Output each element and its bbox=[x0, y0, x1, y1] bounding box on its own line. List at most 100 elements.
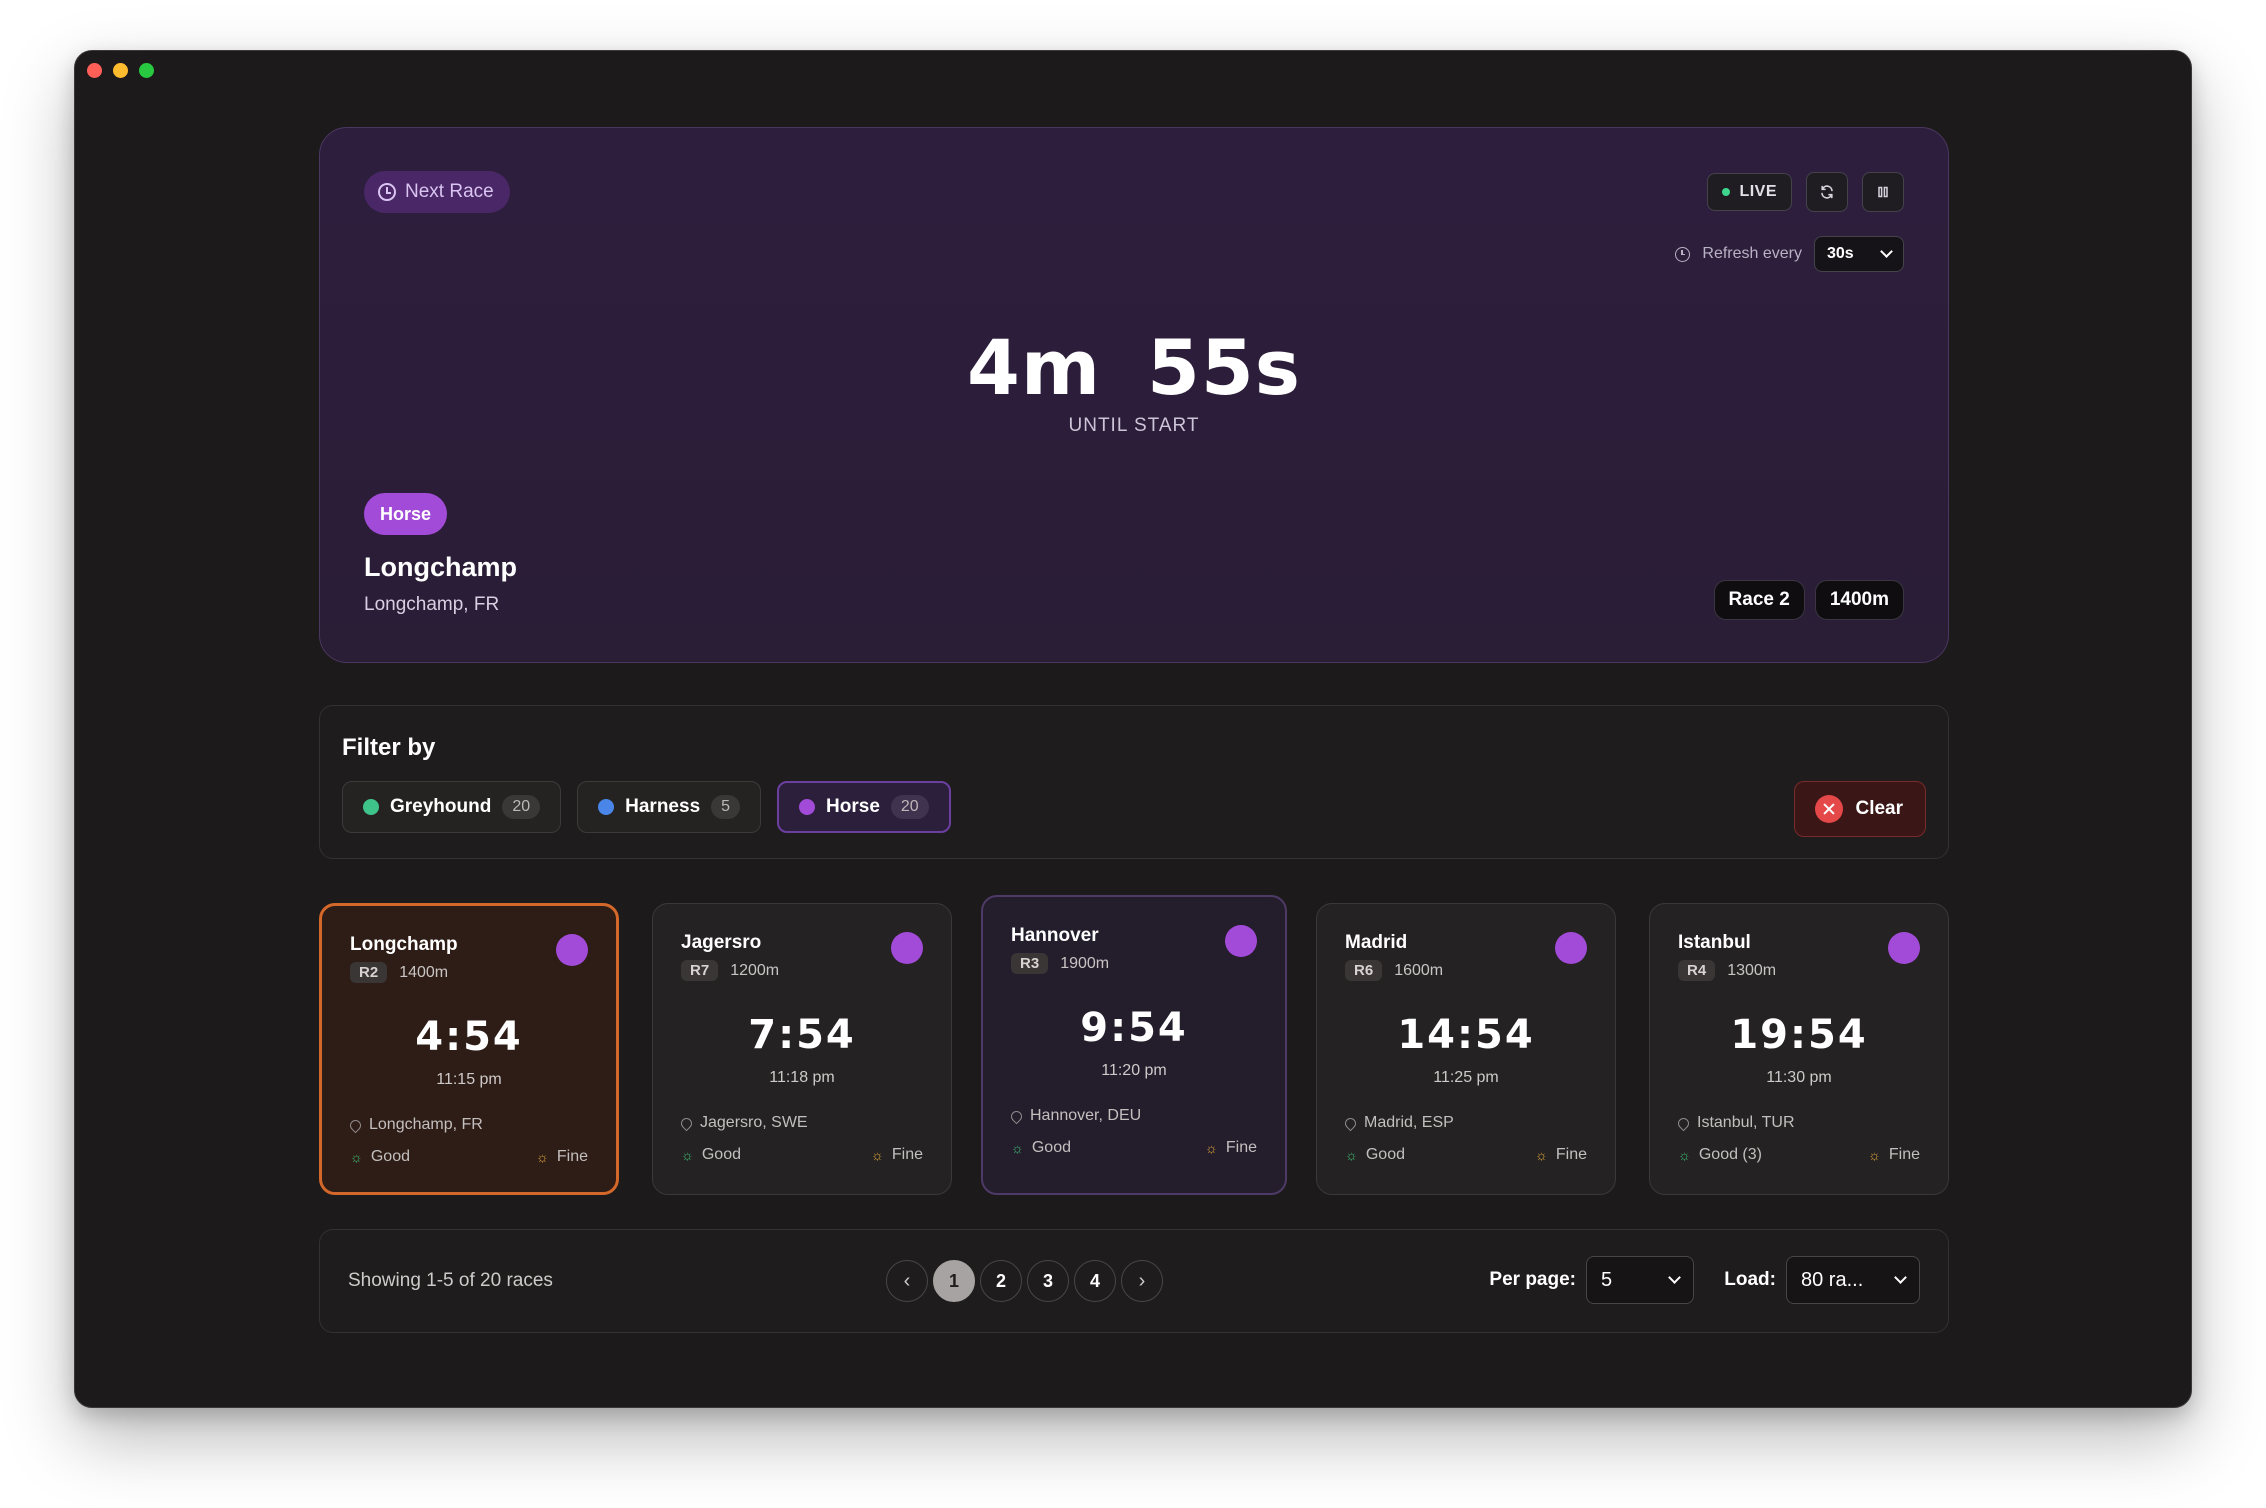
race-number-tag: R3 bbox=[1011, 953, 1049, 974]
close-circle-icon bbox=[1815, 795, 1844, 823]
until-start-label: UNTIL START bbox=[1068, 415, 1200, 436]
race-location: Madrid, ESP bbox=[1342, 1114, 1454, 1132]
chevron-down-icon bbox=[1880, 245, 1893, 258]
track-icon: ☼ bbox=[681, 1147, 694, 1163]
page-button-3[interactable]: 3 bbox=[1027, 1260, 1069, 1302]
track-condition-text: Good bbox=[370, 1148, 410, 1165]
live-label: LIVE bbox=[1739, 183, 1777, 200]
race-card[interactable]: Jagersro R7 1200m 7:54 11:18 pm Jagersro… bbox=[652, 903, 952, 1195]
next-race-pill: Next Race bbox=[364, 171, 510, 213]
prev-page-button[interactable]: ‹ bbox=[886, 1260, 928, 1302]
load-label: Load: bbox=[1724, 1269, 1776, 1290]
timer-icon bbox=[1675, 246, 1691, 262]
load-control: Load: 80 ra... bbox=[1724, 1256, 1920, 1304]
race-countdown: 7:54 bbox=[748, 1012, 856, 1058]
filter-title: Filter by bbox=[342, 734, 436, 761]
race-card-meta: R6 1600m bbox=[1345, 960, 1443, 981]
race-card-meta: R3 1900m bbox=[1011, 953, 1109, 974]
track-icon: ☼ bbox=[1345, 1147, 1358, 1163]
page-button-2[interactable]: 2 bbox=[980, 1260, 1022, 1302]
clear-filters-button[interactable]: Clear bbox=[1794, 781, 1926, 837]
race-location-text: Madrid, ESP bbox=[1364, 1114, 1454, 1131]
load-select[interactable]: 80 ra... bbox=[1786, 1256, 1920, 1304]
race-distance: 1400m bbox=[399, 963, 449, 981]
page-button-1[interactable]: 1 bbox=[933, 1260, 975, 1302]
close-window-button[interactable] bbox=[87, 63, 102, 78]
race-conditions: ☼ Good (3) ☼ Fine bbox=[1678, 1146, 1920, 1164]
chip-count: 20 bbox=[502, 795, 541, 819]
race-card[interactable]: Istanbul R4 1300m 19:54 11:30 pm Istanbu… bbox=[1649, 903, 1949, 1195]
race-conditions: ☼ Good ☼ Fine bbox=[350, 1148, 588, 1166]
track-icon: ☼ bbox=[1678, 1147, 1691, 1163]
race-type-dot bbox=[1888, 932, 1920, 964]
filter-chip-greyhound[interactable]: Greyhound 20 bbox=[342, 781, 562, 833]
track-condition: ☼ Good bbox=[1345, 1146, 1405, 1164]
refresh-button[interactable] bbox=[1806, 172, 1848, 212]
weather-text: Fine bbox=[556, 1148, 588, 1165]
filter-chip-harness[interactable]: Harness 5 bbox=[577, 781, 762, 833]
next-race-panel: Next Race LIVE Refresh every 30s 4m 55s bbox=[319, 127, 1949, 663]
sun-icon: ☼ bbox=[536, 1149, 549, 1165]
next-page-button[interactable]: › bbox=[1121, 1260, 1163, 1302]
race-card-meta: R2 1400m bbox=[350, 962, 448, 983]
race-start-time: 11:30 pm bbox=[1766, 1069, 1832, 1086]
race-location: Longchamp, FR bbox=[347, 1116, 483, 1134]
chevron-left-icon: ‹ bbox=[903, 1269, 911, 1292]
race-card[interactable]: Hannover R3 1900m 9:54 11:20 pm Hannover… bbox=[981, 895, 1287, 1195]
race-start-time: 11:25 pm bbox=[1433, 1069, 1499, 1086]
race-badges: Race 2 1400m bbox=[1713, 580, 1904, 620]
race-card[interactable]: Madrid R6 1600m 14:54 11:25 pm Madrid, E… bbox=[1316, 903, 1616, 1195]
race-number-tag: R6 bbox=[1345, 960, 1383, 981]
race-card[interactable]: Longchamp R2 1400m 4:54 11:15 pm Longcha… bbox=[319, 903, 619, 1195]
track-condition: ☼ Good bbox=[350, 1148, 410, 1166]
clock-icon bbox=[378, 183, 396, 201]
showing-count: Showing 1-5 of 20 races bbox=[348, 1270, 553, 1291]
race-distance: 1300m bbox=[1727, 961, 1777, 979]
race-type-dot bbox=[556, 934, 588, 966]
track-condition-text: Good bbox=[1031, 1139, 1071, 1156]
per-page-select[interactable]: 5 bbox=[1586, 1256, 1694, 1304]
venue-name: Longchamp bbox=[364, 552, 517, 582]
race-location-text: Jagersro, SWE bbox=[700, 1114, 808, 1131]
track-condition-text: Good bbox=[1365, 1146, 1405, 1163]
pause-icon bbox=[1878, 186, 1888, 198]
minimize-window-button[interactable] bbox=[113, 63, 128, 78]
race-conditions: ☼ Good ☼ Fine bbox=[1011, 1139, 1257, 1157]
track-condition-text: Good bbox=[701, 1146, 741, 1163]
race-distance: 1600m bbox=[1394, 961, 1444, 979]
weather-text: Fine bbox=[1225, 1139, 1257, 1156]
countdown-display: 4m 55s bbox=[320, 323, 1948, 412]
race-type-dot bbox=[1555, 932, 1587, 964]
countdown-minutes: 4m bbox=[966, 323, 1102, 412]
greyhound-dot bbox=[363, 799, 379, 815]
race-card-venue: Hannover bbox=[1011, 925, 1099, 946]
race-location: Hannover, DEU bbox=[1008, 1107, 1141, 1125]
chip-count: 20 bbox=[890, 795, 929, 819]
race-card-venue: Jagersro bbox=[681, 932, 762, 953]
location-pin-icon bbox=[347, 1117, 364, 1133]
per-page-control: Per page: 5 bbox=[1489, 1256, 1694, 1304]
race-countdown: 19:54 bbox=[1730, 1012, 1868, 1058]
page-button-4[interactable]: 4 bbox=[1074, 1260, 1116, 1302]
filter-chip-horse[interactable]: Horse 20 bbox=[777, 781, 951, 833]
location-pin-icon bbox=[1008, 1108, 1025, 1124]
race-card-meta: R4 1300m bbox=[1678, 960, 1776, 981]
sun-icon: ☼ bbox=[1535, 1147, 1548, 1163]
app-window: Next Race LIVE Refresh every 30s 4m 55s bbox=[74, 50, 2192, 1408]
refresh-interval-select[interactable]: 30s bbox=[1814, 236, 1904, 272]
location-pin-icon bbox=[1675, 1115, 1692, 1131]
sun-icon: ☼ bbox=[871, 1147, 884, 1163]
race-distance: 1900m bbox=[1060, 954, 1110, 972]
chip-label: Harness bbox=[625, 796, 701, 817]
race-location: Jagersro, SWE bbox=[678, 1114, 808, 1132]
maximize-window-button[interactable] bbox=[139, 63, 154, 78]
race-card-venue: Longchamp bbox=[350, 934, 458, 955]
chevron-right-icon: › bbox=[1138, 1269, 1146, 1292]
sun-icon: ☼ bbox=[1205, 1140, 1218, 1156]
race-start-time: 11:20 pm bbox=[1101, 1062, 1167, 1079]
race-countdown: 4:54 bbox=[415, 1014, 523, 1060]
harness-dot bbox=[598, 799, 615, 815]
race-type-dot bbox=[1225, 925, 1257, 957]
pause-button[interactable] bbox=[1862, 172, 1904, 212]
track-condition: ☼ Good bbox=[1011, 1139, 1071, 1157]
